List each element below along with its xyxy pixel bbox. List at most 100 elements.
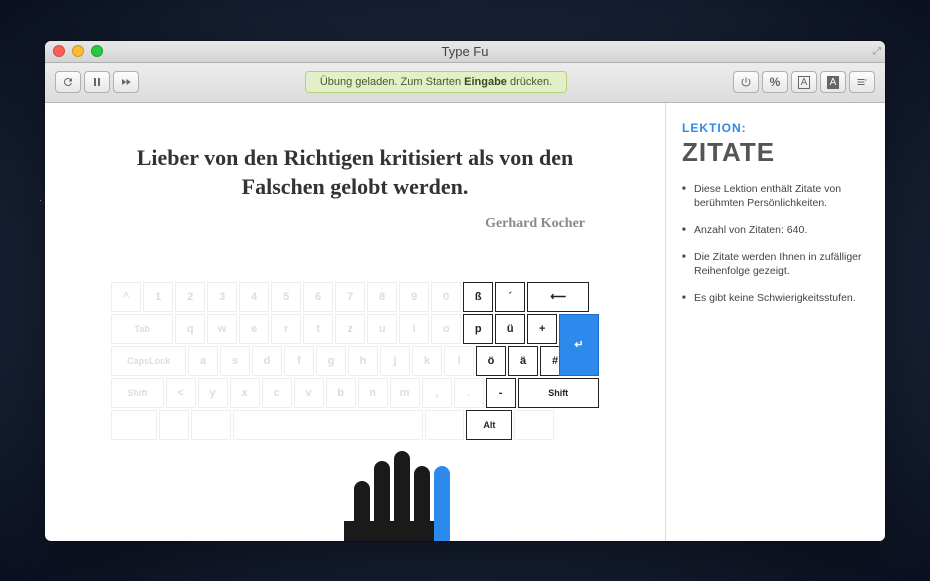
forward-button[interactable] [113,71,139,93]
key-0[interactable]: 0 [431,282,461,312]
key-ä[interactable]: ä [508,346,538,376]
lesson-bullet: Anzahl von Zitaten: 640. [682,223,869,238]
key-q[interactable]: q [175,314,205,344]
key-Tab[interactable]: Tab [111,314,173,344]
key-4[interactable]: 4 [239,282,269,312]
key-o[interactable]: o [431,314,461,344]
key-m[interactable]: m [390,378,420,408]
lesson-bullet: Die Zitate werden Ihnen in zufälliger Re… [682,250,869,279]
percent-button[interactable]: % [762,71,788,93]
key-r[interactable]: r [271,314,301,344]
key-blank[interactable] [233,410,423,440]
keyboard-row: ^1234567890ß´⟵ [111,282,599,312]
key-v[interactable]: v [294,378,324,408]
keyboard: ^1234567890ß´⟵Tabqwertzuiopü+↵CapsLockas… [111,282,599,440]
a-outline-icon: A [798,76,811,89]
key-x[interactable]: x [230,378,260,408]
percent-icon: % [770,75,781,89]
key-CapsLock[interactable]: CapsLock [111,346,186,376]
app-window: Type Fu ⤢ Übung geladen. Zum Starten Ein… [45,41,885,541]
quote-author: Gerhard Kocher [75,216,635,232]
key-w[interactable]: w [207,314,237,344]
key-,[interactable]: , [422,378,452,408]
key-3[interactable]: 3 [207,282,237,312]
key-^[interactable]: ^ [111,282,141,312]
key-f[interactable]: f [284,346,314,376]
status-suffix: drücken. [507,76,552,88]
key-blank[interactable] [159,410,189,440]
main-area: Lieber von den Richtigen kritisiert als … [45,103,665,541]
a-filled-icon: A [827,76,840,89]
status-message: Übung geladen. Zum Starten Eingabe drück… [305,71,567,93]
key-Shift[interactable]: Shift [111,378,163,408]
key-7[interactable]: 7 [335,282,365,312]
titlebar[interactable]: Type Fu ⤢ [45,41,885,63]
keyboard-row: Alt [111,410,599,440]
key-.[interactable]: . [454,378,484,408]
key-ü[interactable]: ü [495,314,525,344]
key-h[interactable]: h [348,346,378,376]
sidebar: LEKTION: ZITATE Diese Lektion enthält Zi… [665,103,885,541]
key-s[interactable]: s [220,346,250,376]
key-blank[interactable] [111,410,157,440]
key-blank[interactable] [514,410,554,440]
forward-icon [120,76,132,88]
status-bold: Eingabe [464,76,507,88]
key-i[interactable]: i [399,314,429,344]
keyboard-filled-button[interactable]: A [820,71,846,93]
key-Shift[interactable]: Shift [518,378,599,408]
key-u[interactable]: u [367,314,397,344]
key-c[interactable]: c [262,378,292,408]
menu-icon [856,76,868,88]
key--[interactable]: - [486,378,516,408]
key-z[interactable]: z [335,314,365,344]
key-+[interactable]: + [527,314,557,344]
key-blank[interactable] [425,410,465,440]
keyboard-row: Tabqwertzuiopü+↵ [111,314,599,344]
key-j[interactable]: j [380,346,410,376]
window-title: Type Fu [45,44,885,59]
keyboard-row: Shift<yxcvbnm,.-Shift [111,378,599,408]
toolbar: Übung geladen. Zum Starten Eingabe drück… [45,63,885,103]
key-5[interactable]: 5 [271,282,301,312]
key-n[interactable]: n [358,378,388,408]
lesson-title: ZITATE [682,137,869,168]
key-blank[interactable] [191,410,231,440]
pause-button[interactable] [84,71,110,93]
key-ö[interactable]: ö [476,346,506,376]
menu-button[interactable] [849,71,875,93]
pause-icon [91,76,103,88]
key-k[interactable]: k [412,346,442,376]
keyboard-row: CapsLockasdfghjklöä# [111,346,599,376]
lesson-bullet: Es gibt keine Schwierigkeitsstufen. [682,291,869,306]
refresh-icon [62,76,74,88]
key-ß[interactable]: ß [463,282,493,312]
key-9[interactable]: 9 [399,282,429,312]
keyboard-outline-button[interactable]: A [791,71,817,93]
resize-handle-icon[interactable]: ⤢ [873,46,881,57]
key-p[interactable]: p [463,314,493,344]
key-t[interactable]: t [303,314,333,344]
key-1[interactable]: 1 [143,282,173,312]
key-8[interactable]: 8 [367,282,397,312]
key-b[interactable]: b [326,378,356,408]
quote-text: Lieber von den Richtigen kritisiert als … [75,133,635,202]
key-e[interactable]: e [239,314,269,344]
refresh-button[interactable] [55,71,81,93]
key-Alt[interactable]: Alt [466,410,512,440]
power-button[interactable] [733,71,759,93]
key-⟵[interactable]: ⟵ [527,282,589,312]
key-a[interactable]: a [188,346,218,376]
hand-graphic [334,431,474,541]
status-prefix: Übung geladen. Zum Starten [320,76,464,88]
key-↵[interactable]: ↵ [559,314,599,376]
lesson-bullet: Diese Lektion enthält Zitate von berühmt… [682,182,869,211]
key-d[interactable]: d [252,346,282,376]
key-l[interactable]: l [444,346,474,376]
key-<[interactable]: < [166,378,196,408]
key-2[interactable]: 2 [175,282,205,312]
key-6[interactable]: 6 [303,282,333,312]
key-´[interactable]: ´ [495,282,525,312]
key-g[interactable]: g [316,346,346,376]
key-y[interactable]: y [198,378,228,408]
